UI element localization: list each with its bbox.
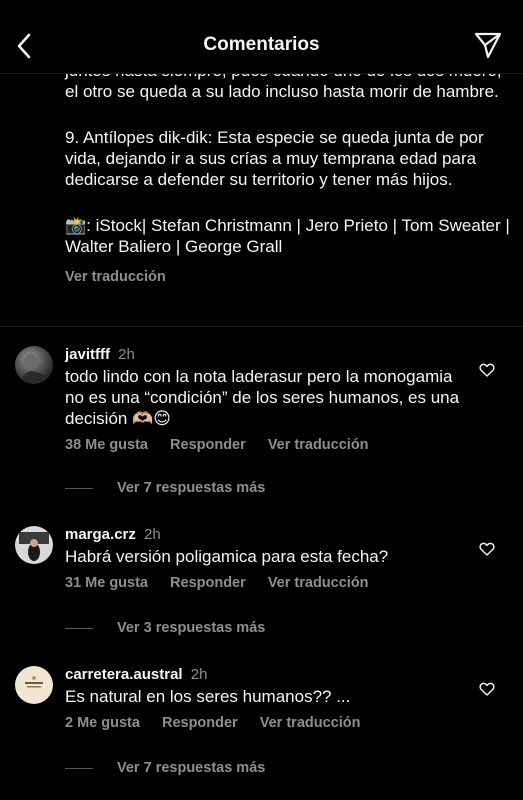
view-more-replies[interactable]: Ver 7 respuestas más <box>65 760 265 776</box>
comment-time: 2h <box>190 666 208 683</box>
heart-icon[interactable] <box>479 681 495 697</box>
translate-link[interactable]: Ver traducción <box>268 437 369 453</box>
share-button[interactable] <box>473 30 503 60</box>
likes-count[interactable]: 38 Me gusta <box>65 437 148 453</box>
caption-translate-link[interactable]: Ver traducción <box>65 267 515 288</box>
post-caption: juntos hasta siempre, pues cuando uno de… <box>65 60 515 288</box>
reply-button[interactable]: Responder <box>170 437 246 453</box>
likes-count[interactable]: 2 Me gusta <box>65 715 140 731</box>
avatar[interactable] <box>15 346 53 384</box>
replies-line <box>65 767 93 769</box>
likes-count[interactable]: 31 Me gusta <box>65 575 148 591</box>
send-icon <box>474 32 502 59</box>
translate-link[interactable]: Ver traducción <box>260 715 361 731</box>
view-more-replies[interactable]: Ver 7 respuestas más <box>65 480 265 496</box>
comment-time: 2h <box>144 526 161 543</box>
replies-line <box>65 627 93 629</box>
replies-line <box>65 487 93 489</box>
avatar[interactable] <box>15 526 53 564</box>
header: Comentarios <box>0 0 523 74</box>
view-more-replies-label: Ver 7 respuestas más <box>117 480 266 496</box>
page-title: Comentarios <box>203 34 320 55</box>
translate-link[interactable]: Ver traducción <box>268 575 369 591</box>
reply-button[interactable]: Responder <box>170 575 246 591</box>
comment-username[interactable]: javitfff <box>65 346 110 363</box>
view-more-replies-label: Ver 3 respuestas más <box>117 620 266 636</box>
caption-credits: 📸: iStock| Stefan Christmann | Jero Prie… <box>65 216 510 256</box>
caption-paragraph: 9. Antílopes dik-dik: Esta especie se qu… <box>65 128 484 189</box>
comment-text: Habrá versión poligamica para esta fecha… <box>65 547 389 566</box>
comment-text: todo lindo con la nota laderasur pero la… <box>65 367 460 428</box>
avatar[interactable] <box>15 666 53 704</box>
comment-username[interactable]: marga.crz <box>65 526 136 543</box>
heart-icon[interactable] <box>479 541 495 557</box>
view-more-replies[interactable]: Ver 3 respuestas más <box>65 620 265 636</box>
heart-icon[interactable] <box>479 362 495 378</box>
divider <box>0 326 523 327</box>
comment-text: Es natural en los seres humanos?? ... <box>65 687 351 706</box>
view-more-replies-label: Ver 7 respuestas más <box>117 760 266 776</box>
comment-username[interactable]: carretera.austral <box>65 666 183 683</box>
comment-time: 2h <box>118 346 135 363</box>
reply-button[interactable]: Responder <box>162 715 238 731</box>
